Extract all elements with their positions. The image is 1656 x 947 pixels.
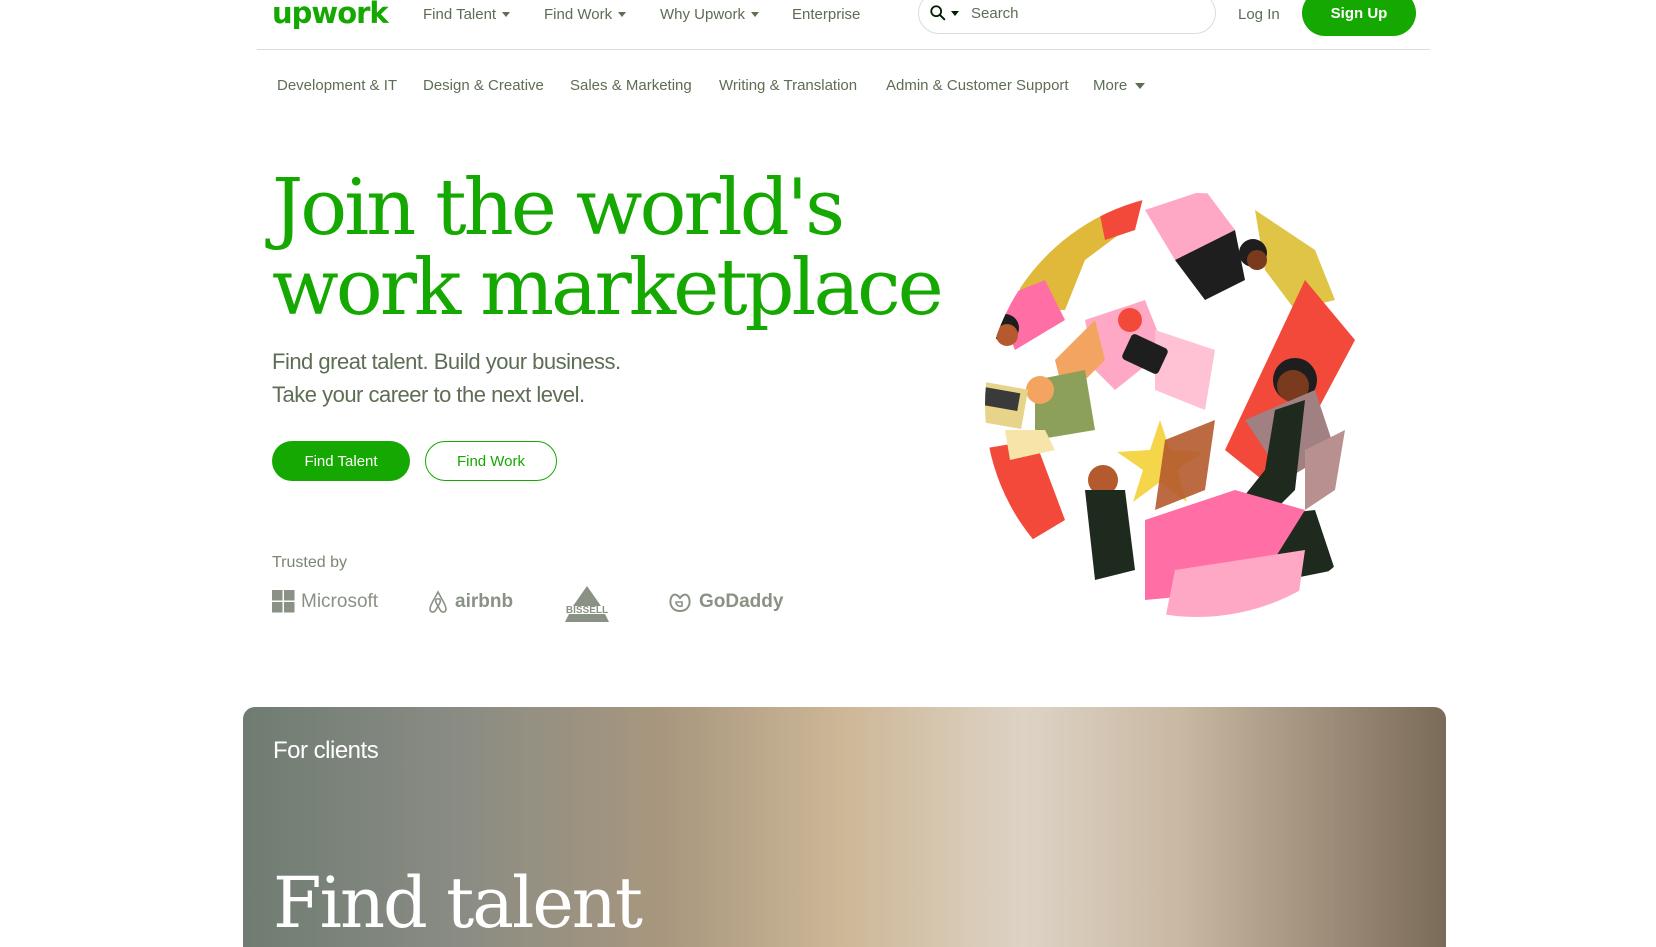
for-clients-label: For clients <box>273 737 379 764</box>
microsoft-icon <box>272 590 295 613</box>
upwork-logo[interactable]: upwork <box>272 0 389 30</box>
category-writing-translation[interactable]: Writing & Translation <box>719 77 857 94</box>
nav-find-work[interactable]: Find Work <box>544 6 627 23</box>
header-divider <box>257 49 1430 50</box>
search-bar[interactable] <box>918 0 1216 34</box>
chevron-down-icon <box>751 12 760 17</box>
nav-enterprise-label: Enterprise <box>792 6 861 23</box>
hero-title-line2: work marketplace <box>272 243 944 333</box>
find-talent-heading: Find talent <box>273 862 643 944</box>
nav-why-upwork[interactable]: Why Upwork <box>660 6 760 23</box>
hero-title-line1: Join the world's <box>272 163 845 253</box>
search-icon[interactable] <box>929 4 947 22</box>
chevron-down-icon <box>1135 82 1146 89</box>
godaddy-wordmark: GoDaddy <box>699 591 784 612</box>
airbnb-logo: airbnb <box>427 590 513 614</box>
nav-find-talent[interactable]: Find Talent <box>423 6 511 23</box>
hero-subtitle: Find great talent. Build your business. … <box>272 345 621 411</box>
microsoft-wordmark: Microsoft <box>301 590 379 612</box>
people-collaborating-illustration <box>985 193 1409 617</box>
for-clients-card[interactable]: For clients Find talent <box>243 707 1446 947</box>
category-admin-support[interactable]: Admin & Customer Support <box>886 77 1069 94</box>
airbnb-icon <box>429 590 447 613</box>
search-input[interactable] <box>969 3 1193 23</box>
godaddy-icon <box>669 593 691 613</box>
category-sales-marketing[interactable]: Sales & Marketing <box>570 77 692 94</box>
nav-find-work-label: Find Work <box>544 6 613 23</box>
category-more[interactable]: More <box>1093 77 1146 94</box>
category-more-label: More <box>1093 77 1128 94</box>
bissell-logo: BISSELL <box>561 584 613 624</box>
bissell-wordmark: BISSELL <box>566 605 608 616</box>
signup-button[interactable]: Sign Up <box>1302 0 1416 36</box>
hero-subtitle-line2: Take your career to the next level. <box>272 382 585 407</box>
login-link[interactable]: Log In <box>1238 6 1280 23</box>
godaddy-logo: GoDaddy <box>667 590 783 614</box>
nav-why-upwork-label: Why Upwork <box>660 6 746 23</box>
hero-title: Join the world's work marketplace <box>272 163 944 333</box>
microsoft-logo: Microsoft <box>272 590 378 613</box>
search-type-chevron-icon[interactable] <box>951 10 959 16</box>
hero-subtitle-line1: Find great talent. Build your business. <box>272 349 621 374</box>
find-talent-button[interactable]: Find Talent <box>272 441 410 481</box>
top-navigation: upwork Find Talent Find Work Why Upwork … <box>0 0 1656 50</box>
nav-find-talent-label: Find Talent <box>423 6 497 23</box>
airbnb-wordmark: airbnb <box>455 591 514 612</box>
chevron-down-icon <box>502 12 511 17</box>
find-work-button[interactable]: Find Work <box>425 441 557 481</box>
chevron-down-icon <box>618 12 627 17</box>
trusted-by-label: Trusted by <box>272 554 347 571</box>
bissell-icon: BISSELL <box>565 586 609 622</box>
category-design-creative[interactable]: Design & Creative <box>423 77 544 94</box>
nav-enterprise[interactable]: Enterprise <box>792 6 860 23</box>
category-development-it[interactable]: Development & IT <box>277 77 397 94</box>
